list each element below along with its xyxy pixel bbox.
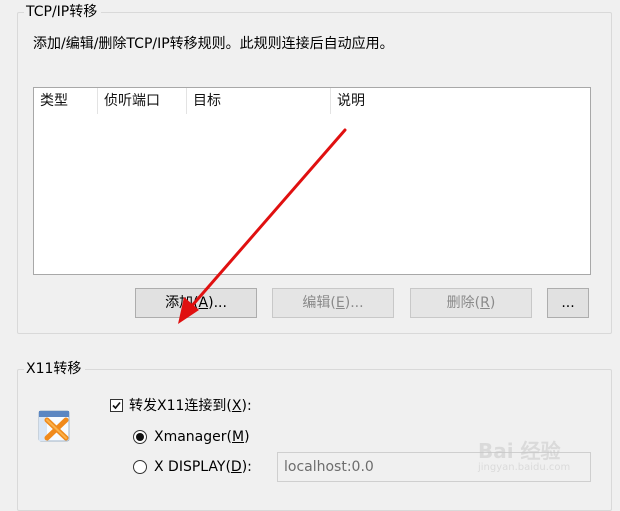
baidu-jingyan-watermark: Bai 经验 jingyan.baidu.com <box>478 440 618 480</box>
forwarding-rules-list[interactable]: 类型 侦听端口 目标 说明 <box>33 87 591 275</box>
watermark-url: jingyan.baidu.com <box>478 462 571 473</box>
column-header-description[interactable]: 说明 <box>331 88 589 114</box>
column-header-destination[interactable]: 目标 <box>187 88 331 114</box>
edit-rule-button[interactable]: 编辑(E)... <box>272 288 394 318</box>
xdisplay-radio[interactable] <box>133 460 147 474</box>
forward-x11-label[interactable]: 转发X11连接到(X): <box>129 397 252 415</box>
forward-x11-checkbox[interactable] <box>110 399 123 412</box>
more-options-button[interactable]: ... <box>547 288 589 318</box>
add-rule-button[interactable]: 添加(A)... <box>135 288 257 318</box>
xmanager-x-icon <box>36 408 72 444</box>
xdisplay-radio-label[interactable]: X DISPLAY(D): <box>154 458 252 476</box>
watermark-logo: Bai 经验 <box>478 439 561 463</box>
tcpip-group-title: TCP/IP转移 <box>24 3 102 21</box>
column-header-listen-port[interactable]: 侦听端口 <box>98 88 187 114</box>
tcpip-description: 添加/编辑/删除TCP/IP转移规则。此规则连接后自动应用。 <box>33 36 394 52</box>
xmanager-radio-label[interactable]: Xmanager(M) <box>154 428 250 446</box>
xmanager-radio[interactable] <box>133 430 147 444</box>
column-header-type[interactable]: 类型 <box>34 88 98 114</box>
x11-group-title: X11转移 <box>24 360 86 378</box>
delete-rule-button[interactable]: 删除(R) <box>410 288 532 318</box>
